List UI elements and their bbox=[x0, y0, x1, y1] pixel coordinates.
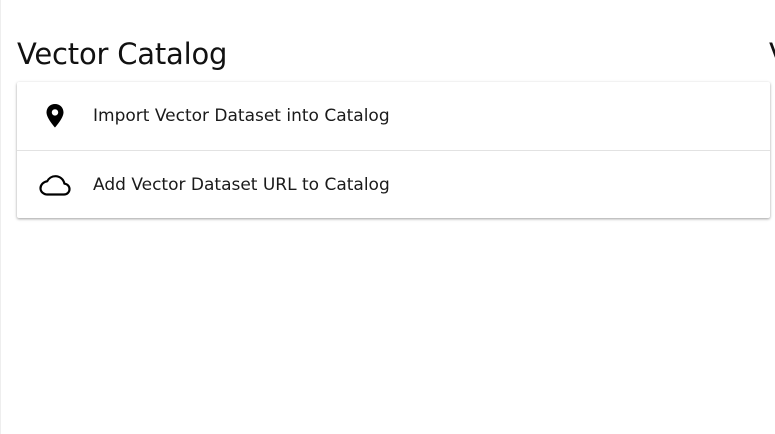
left-edge-divider bbox=[0, 0, 1, 434]
page-title: Vector Catalog bbox=[17, 37, 228, 71]
catalog-actions-card: Import Vector Dataset into Catalog Add V… bbox=[17, 82, 770, 218]
import-vector-dataset-item[interactable]: Import Vector Dataset into Catalog bbox=[17, 82, 770, 150]
add-vector-dataset-url-item[interactable]: Add Vector Dataset URL to Catalog bbox=[17, 150, 770, 218]
cloud-icon bbox=[39, 169, 71, 201]
location-pin-icon bbox=[39, 100, 71, 132]
import-vector-dataset-label: Import Vector Dataset into Catalog bbox=[93, 106, 390, 126]
next-section-title: V bbox=[769, 34, 775, 74]
page: Vector Catalog V Import Vector Dataset i… bbox=[0, 0, 775, 434]
add-vector-dataset-url-label: Add Vector Dataset URL to Catalog bbox=[93, 174, 390, 195]
